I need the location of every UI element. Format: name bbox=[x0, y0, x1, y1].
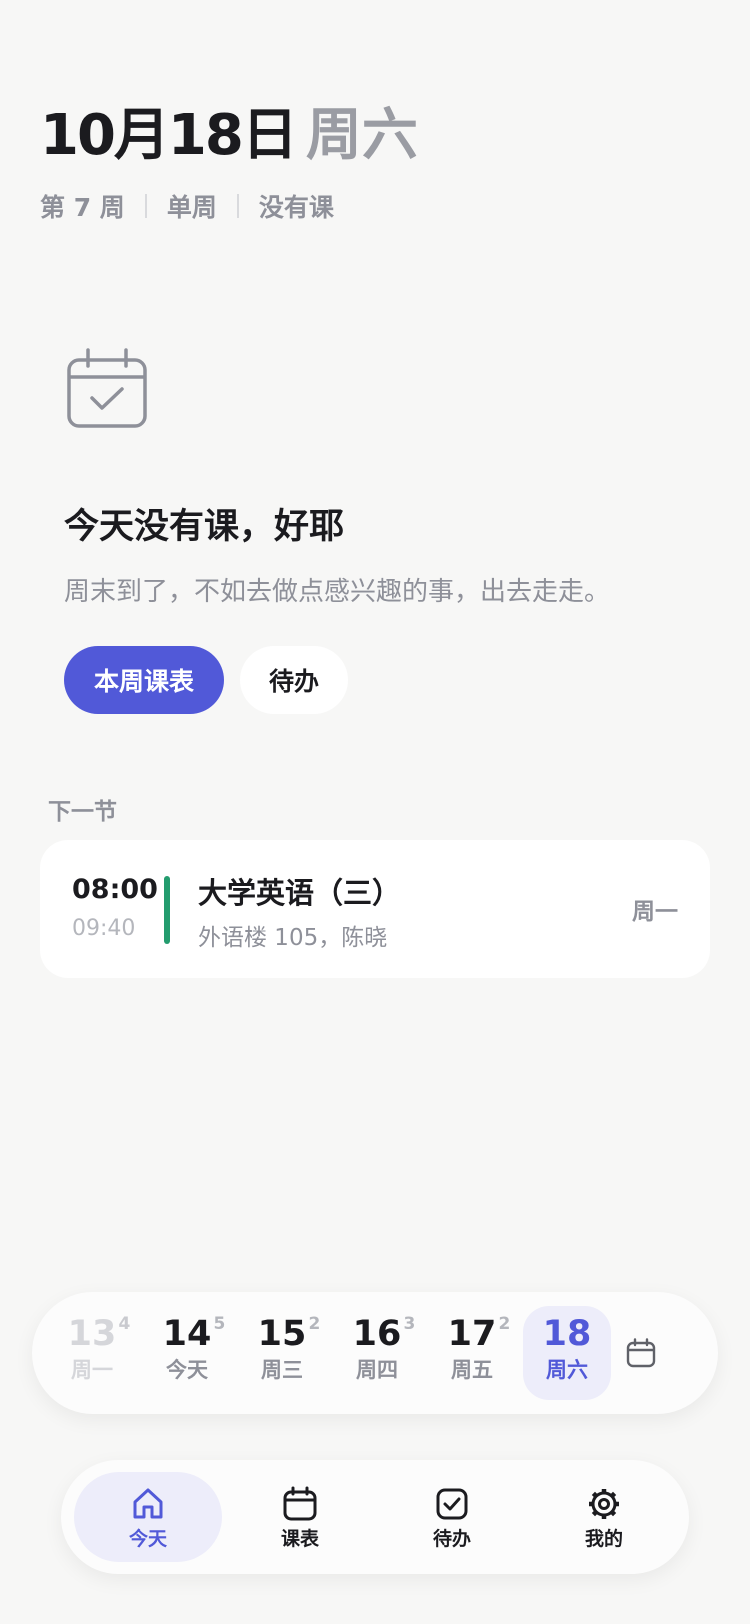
day-label: 周五 bbox=[451, 1358, 493, 1382]
nav-label: 我的 bbox=[584, 1528, 623, 1550]
day-number-text: 13 bbox=[67, 1314, 117, 1354]
day-number: 18 bbox=[543, 1314, 592, 1354]
day-number: 16 3 bbox=[352, 1314, 416, 1354]
day-number-text: 17 bbox=[447, 1314, 497, 1354]
date-text: 10月18日 bbox=[40, 103, 298, 168]
class-count: 3 bbox=[403, 1314, 416, 1334]
week-day-14[interactable]: 14 5 今天 bbox=[143, 1306, 231, 1400]
empty-subtitle: 周末到了，不如去做点感兴趣的事，出去走走。 bbox=[64, 577, 611, 607]
day-number-text: 18 bbox=[542, 1314, 592, 1354]
bottom-nav: 今天 课表 待办 我的 bbox=[61, 1460, 689, 1574]
nav-label: 今天 bbox=[128, 1528, 167, 1550]
meta-divider bbox=[236, 194, 239, 218]
day-label: 周四 bbox=[356, 1358, 398, 1382]
calendar-check-icon bbox=[67, 348, 147, 428]
class-count: 4 bbox=[118, 1314, 131, 1334]
empty-state: 今天没有课，好耶 周末到了，不如去做点感兴趣的事，出去走走。 本周课表 待办 bbox=[64, 346, 704, 714]
day-label: 周三 bbox=[261, 1358, 303, 1382]
checkbox-icon bbox=[436, 1488, 468, 1520]
class-count: 2 bbox=[308, 1314, 321, 1334]
week-parity: 单周 bbox=[166, 193, 217, 222]
nav-item-profile[interactable]: 我的 bbox=[530, 1472, 678, 1562]
day-number-text: 14 bbox=[162, 1314, 212, 1354]
nav-item-todo[interactable]: 待办 bbox=[378, 1472, 526, 1562]
course-color-bar bbox=[164, 876, 170, 944]
nav-label: 待办 bbox=[432, 1528, 471, 1550]
empty-actions: 本周课表 待办 bbox=[64, 646, 704, 714]
day-number-text: 16 bbox=[352, 1314, 402, 1354]
page-header: 10月18日 周六 第 7 周 单周 没有课 bbox=[40, 98, 418, 224]
day-label: 今天 bbox=[166, 1358, 208, 1382]
calendar-icon bbox=[283, 1486, 317, 1521]
day-number: 15 2 bbox=[257, 1314, 321, 1354]
class-count: 2 bbox=[498, 1314, 511, 1334]
todo-button[interactable]: 待办 bbox=[240, 646, 348, 714]
day-number: 14 5 bbox=[162, 1314, 226, 1354]
day-number: 13 4 bbox=[67, 1314, 131, 1354]
next-class-label: 下一节 bbox=[48, 799, 117, 825]
nav-item-schedule[interactable]: 课表 bbox=[226, 1472, 374, 1562]
home-icon bbox=[133, 1488, 163, 1519]
week-day-13[interactable]: 13 4 周一 bbox=[48, 1306, 136, 1400]
week-day-18[interactable]: 18 周六 bbox=[523, 1306, 611, 1400]
course-location: 外语楼 105，陈晓 bbox=[198, 925, 388, 951]
day-number: 17 2 bbox=[447, 1314, 511, 1354]
gear-icon bbox=[589, 1489, 619, 1519]
week-day-15[interactable]: 15 2 周三 bbox=[238, 1306, 326, 1400]
day-number-text: 15 bbox=[257, 1314, 307, 1354]
page-title: 10月18日 周六 bbox=[40, 98, 418, 174]
next-class-card[interactable]: 08:00 09:40 大学英语（三） 外语楼 105，陈晓 周一 bbox=[40, 840, 710, 978]
course-name: 大学英语（三） bbox=[198, 876, 402, 910]
week-meta: 第 7 周 单周 没有课 bbox=[40, 188, 418, 224]
end-time: 09:40 bbox=[72, 916, 136, 941]
week-day-16[interactable]: 16 3 周四 bbox=[333, 1306, 421, 1400]
course-day: 周一 bbox=[632, 899, 678, 925]
day-status: 没有课 bbox=[258, 193, 334, 222]
week-day-17[interactable]: 17 2 周五 bbox=[428, 1306, 516, 1400]
class-count: 5 bbox=[213, 1314, 226, 1334]
empty-title: 今天没有课，好耶 bbox=[64, 507, 345, 547]
day-label: 周六 bbox=[546, 1358, 588, 1382]
calendar-icon[interactable] bbox=[626, 1338, 656, 1368]
nav-label: 课表 bbox=[280, 1528, 319, 1550]
meta-divider bbox=[144, 194, 147, 218]
day-label: 周一 bbox=[71, 1358, 113, 1382]
week-schedule-button[interactable]: 本周课表 bbox=[64, 646, 224, 714]
week-number: 第 7 周 bbox=[40, 193, 125, 222]
weekday-text: 周六 bbox=[305, 103, 418, 168]
week-strip: 13 4 周一 14 5 今天 15 2 周三 16 3 周四 17 2 周五 18 周六 bbox=[32, 1292, 718, 1414]
nav-item-today[interactable]: 今天 bbox=[74, 1472, 222, 1562]
start-time: 08:00 bbox=[72, 874, 158, 905]
